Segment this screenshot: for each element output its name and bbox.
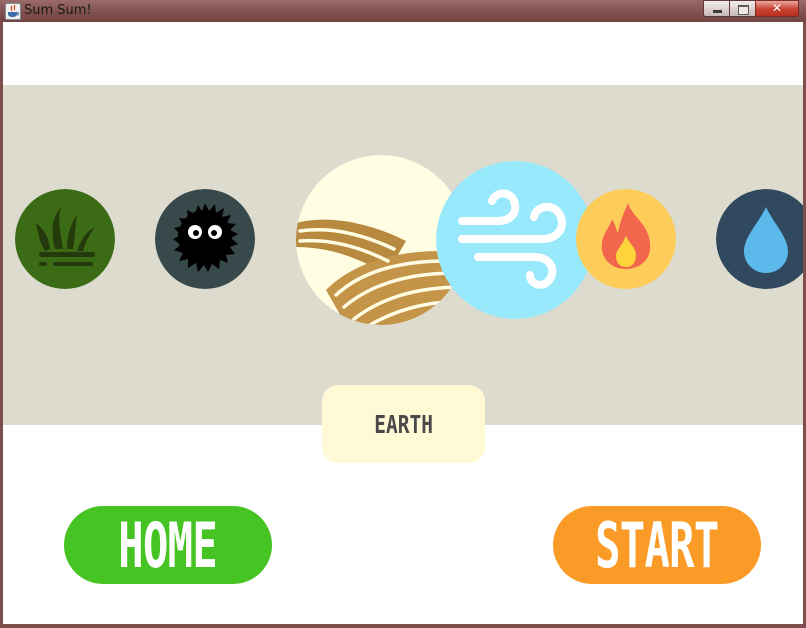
element-soot[interactable]	[155, 189, 255, 289]
home-button-label: HOME	[118, 508, 218, 582]
game-canvas: EARTH HOME START	[3, 24, 803, 624]
java-app-icon	[5, 3, 21, 20]
window-title: Sum Sum!	[24, 3, 92, 18]
maximize-button[interactable]	[729, 0, 756, 17]
start-button[interactable]: START	[553, 506, 761, 584]
wind-icon	[436, 161, 594, 319]
start-button-label: START	[595, 508, 719, 582]
maximize-icon	[738, 5, 749, 15]
element-grass[interactable]	[15, 189, 115, 289]
home-button[interactable]: HOME	[64, 506, 272, 584]
close-icon: ✕	[771, 1, 783, 15]
fire-icon	[576, 189, 676, 289]
soot-sprite-icon	[155, 189, 255, 289]
selected-element-label: EARTH	[322, 385, 485, 463]
selected-element-name: EARTH	[374, 409, 433, 439]
minimize-icon	[713, 10, 722, 13]
element-fire[interactable]	[576, 189, 676, 289]
window-frame-bottom	[0, 624, 806, 628]
minimize-button[interactable]	[703, 0, 730, 17]
element-wind[interactable]	[436, 161, 594, 319]
window-titlebar[interactable]: Sum Sum! ✕	[0, 0, 806, 22]
grass-icon	[15, 189, 115, 289]
close-button[interactable]: ✕	[755, 0, 799, 17]
